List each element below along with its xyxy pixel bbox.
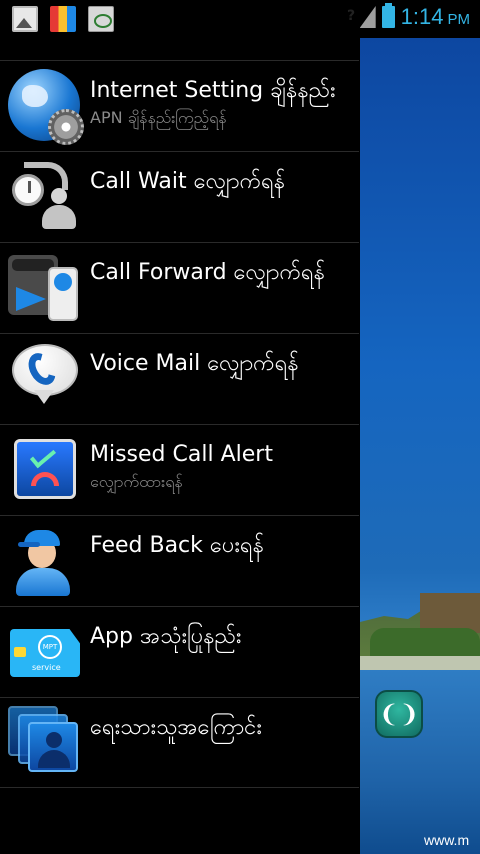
menu-item-title: Internet Setting ချိန်နည်း <box>90 78 336 103</box>
app-store-icon <box>50 6 76 32</box>
service-label: service <box>32 663 61 672</box>
drawer-menu: Internet Setting ချိန်နည်း APN ချိန်နည်း… <box>0 60 359 788</box>
gallery-icon <box>12 6 38 32</box>
menu-item-feedback[interactable]: Feed Back ပေးရန် <box>0 515 359 606</box>
menu-item-voice-mail[interactable]: Voice Mail လျှောက်ရန် <box>0 333 359 424</box>
system-tray: 1:14 PM <box>359 3 470 30</box>
wallpaper-trees <box>370 628 480 656</box>
menu-item-call-forward[interactable]: Call Forward လျှောက်ရန် <box>0 242 359 333</box>
drawer-handle-button[interactable]: ❨❩ <box>375 690 423 738</box>
mpt-service-card-icon: MPT service <box>8 615 82 689</box>
contacts-icon <box>8 706 82 780</box>
status-bar: 1:14 PM ? <box>0 0 480 38</box>
wallpaper-fort-wall <box>420 593 480 633</box>
notification-icons <box>12 6 114 32</box>
menu-item-subtitle: လျှောက်ထားရန် <box>90 472 183 491</box>
menu-item-title: Call Forward လျှောက်ရန် <box>90 260 326 285</box>
wallpaper-shore <box>360 656 480 670</box>
feedback-person-icon <box>8 524 82 598</box>
clock-time: 1:14 <box>400 4 444 29</box>
call-forward-icon <box>8 251 82 325</box>
cc-icon <box>88 6 114 32</box>
menu-item-title: Call Wait လျှောက်ရန် <box>90 169 286 194</box>
menu-item-title: ရေးသားသူအကြောင်း <box>90 715 262 740</box>
menu-item-title: Voice Mail လျှောက်ရန် <box>90 351 299 376</box>
globe-gear-icon <box>8 69 84 145</box>
menu-item-title: App အသုံးပြုနည်း <box>90 624 242 649</box>
missed-call-icon <box>8 433 82 507</box>
menu-item-about-author[interactable]: ရေးသားသူအကြောင်း <box>0 697 359 788</box>
menu-item-missed-call-alert[interactable]: Missed Call Alert လျှောက်ထားရန် <box>0 424 359 515</box>
menu-item-app-usage[interactable]: MPT service App အသုံးပြုနည်း <box>0 606 359 697</box>
wallpaper-url: www.m <box>424 832 470 848</box>
clock-ampm: PM <box>447 11 471 28</box>
home-wallpaper: ❨❩ www.m <box>360 38 480 854</box>
signal-icon <box>359 6 376 28</box>
voice-mail-icon <box>8 342 82 416</box>
menu-item-title: Missed Call Alert <box>90 442 273 467</box>
clock: 1:14 PM <box>401 4 470 30</box>
menu-item-call-wait[interactable]: Call Wait လျှောက်ရန် <box>0 151 359 242</box>
battery-icon <box>381 3 395 28</box>
menu-item-internet-setting[interactable]: Internet Setting ချိန်နည်း APN ချိန်နည်း… <box>0 60 359 151</box>
menu-item-subtitle: APN ချိန်နည်းကြည့်ရန် <box>90 108 227 127</box>
call-wait-icon <box>8 160 82 234</box>
mpt-logo: MPT <box>38 635 62 659</box>
menu-item-title: Feed Back ပေးရန် <box>90 533 264 558</box>
no-sim-glyph: ? <box>347 8 356 24</box>
